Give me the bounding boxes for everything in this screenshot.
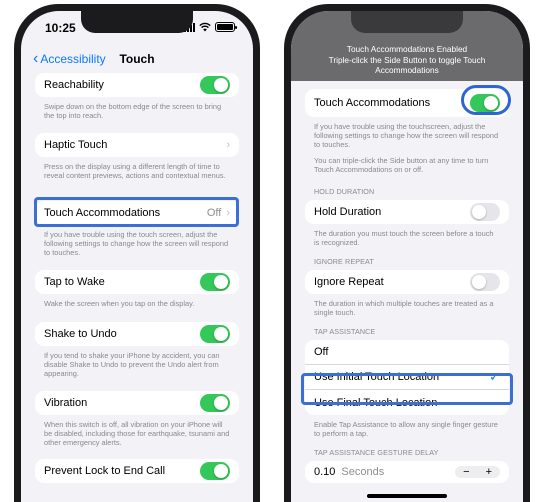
shake-to-undo-footer: If you tend to shake your iPhone by acci…: [44, 351, 220, 378]
hold-duration-header: HOLD DURATION: [314, 187, 375, 196]
option-label: Use Final Touch Location: [314, 396, 438, 409]
settings-list: Reachability Swipe down on the bottom ed…: [35, 73, 239, 483]
reachability-toggle[interactable]: [200, 76, 230, 94]
left-screen: 10:25 ‹ Accessibility Touch Reachability …: [21, 11, 253, 502]
prevent-lock-cell: Prevent Lock to End Call: [35, 459, 239, 483]
vibration-cell: Vibration: [35, 391, 239, 415]
haptic-touch-footer: Press on the display using a different l…: [44, 162, 226, 180]
ignore-repeat-header: IGNORE REPEAT: [314, 257, 374, 266]
prevent-lock-label: Prevent Lock to End Call: [44, 465, 166, 477]
tap-to-wake-toggle[interactable]: [200, 273, 230, 291]
chevron-right-icon: ›: [226, 207, 230, 219]
shake-to-undo-label: Shake to Undo: [44, 328, 117, 340]
touch-accommodations-cell: Touch Accommodations: [305, 89, 509, 117]
tap-assistance-options: Off Use Initial Touch Location ✓ Use Fina…: [305, 340, 509, 415]
notch: [81, 11, 193, 33]
battery-icon: [215, 22, 237, 32]
tap-to-wake-label: Tap to Wake: [44, 276, 105, 288]
tap-assistance-option-final[interactable]: Use Final Touch Location: [305, 390, 509, 415]
banner-title: Touch Accommodations Enabled: [346, 44, 468, 54]
haptic-touch-label: Haptic Touch: [44, 139, 108, 151]
hold-duration-cell: Hold Duration: [305, 200, 509, 224]
gesture-delay-header: TAP ASSISTANCE GESTURE DELAY: [314, 448, 439, 457]
home-indicator: [367, 494, 447, 498]
notch: [351, 11, 463, 33]
status-time: 10:25: [45, 21, 76, 35]
chevron-right-icon: ›: [226, 139, 230, 151]
prevent-lock-toggle[interactable]: [200, 462, 230, 480]
touch-accommodations-label: Touch Accommodations: [314, 97, 431, 109]
vibration-toggle[interactable]: [200, 394, 230, 412]
touch-accommodations-toggle[interactable]: [470, 94, 500, 112]
tap-to-wake-cell: Tap to Wake: [35, 270, 239, 294]
option-label: Off: [314, 346, 329, 358]
hold-duration-toggle[interactable]: [470, 203, 500, 221]
ignore-repeat-toggle[interactable]: [470, 273, 500, 291]
tap-assistance-footer: Enable Tap Assistance to allow any singl…: [314, 420, 498, 438]
touch-accommodations-label: Touch Accommodations: [44, 207, 161, 219]
hold-duration-label: Hold Duration: [314, 206, 382, 218]
triple-click-footer: You can triple-click the Side button at …: [314, 156, 489, 174]
right-screen: Touch Accommodations Enabled Triple-clic…: [291, 11, 523, 502]
vibration-footer: When this switch is off, all vibration o…: [44, 420, 230, 447]
settings-list: Touch Accommodations If you have trouble…: [305, 89, 509, 483]
hold-duration-footer: The duration you must touch the screen b…: [314, 229, 494, 247]
gesture-delay-unit: Seconds: [341, 466, 385, 478]
checkmark-icon: ✓: [489, 369, 500, 384]
tap-assistance-option-initial[interactable]: Use Initial Touch Location ✓: [305, 365, 509, 390]
reachability-footer: Swipe down on the bottom edge of the scr…: [44, 102, 222, 120]
decrement-button[interactable]: −: [455, 466, 478, 478]
increment-button[interactable]: +: [477, 466, 500, 478]
ignore-repeat-label: Ignore Repeat: [314, 276, 384, 288]
tap-assistance-option-off[interactable]: Off: [305, 340, 509, 365]
reachability-cell: Reachability: [35, 73, 239, 97]
right-phone: Touch Accommodations Enabled Triple-clic…: [284, 4, 530, 502]
ignore-repeat-cell: Ignore Repeat: [305, 270, 509, 294]
reachability-label: Reachability: [44, 79, 104, 91]
option-label: Use Initial Touch Location: [314, 371, 440, 383]
gesture-delay-value: 0.10: [314, 466, 336, 478]
banner-subtitle: Triple-click the Side Button to toggle T…: [328, 54, 486, 76]
touch-accommodations-footer: If you have trouble using the touchscree…: [314, 122, 499, 149]
shake-to-undo-toggle[interactable]: [200, 325, 230, 343]
gesture-delay-cell: 0.10 Seconds − +: [305, 461, 509, 483]
tap-to-wake-footer: Wake the screen when you tap on the disp…: [44, 299, 195, 308]
left-phone: 10:25 ‹ Accessibility Touch Reachability …: [14, 4, 260, 502]
nav-bar: ‹ Accessibility Touch: [21, 49, 253, 71]
tap-assistance-header: TAP ASSISTANCE: [314, 327, 376, 336]
ignore-repeat-footer: The duration in which multiple touches a…: [314, 299, 494, 317]
touch-accommodations-cell[interactable]: Touch Accommodations Off ›: [35, 201, 239, 225]
vibration-label: Vibration: [44, 397, 88, 409]
shake-to-undo-cell: Shake to Undo: [35, 322, 239, 346]
page-title: Touch: [119, 52, 155, 66]
touch-accommodations-footer: If you have trouble using the touch scre…: [44, 230, 229, 257]
touch-accommodations-value: Off: [206, 207, 222, 219]
wifi-icon: [199, 22, 211, 32]
haptic-touch-cell[interactable]: Haptic Touch ›: [35, 133, 239, 157]
